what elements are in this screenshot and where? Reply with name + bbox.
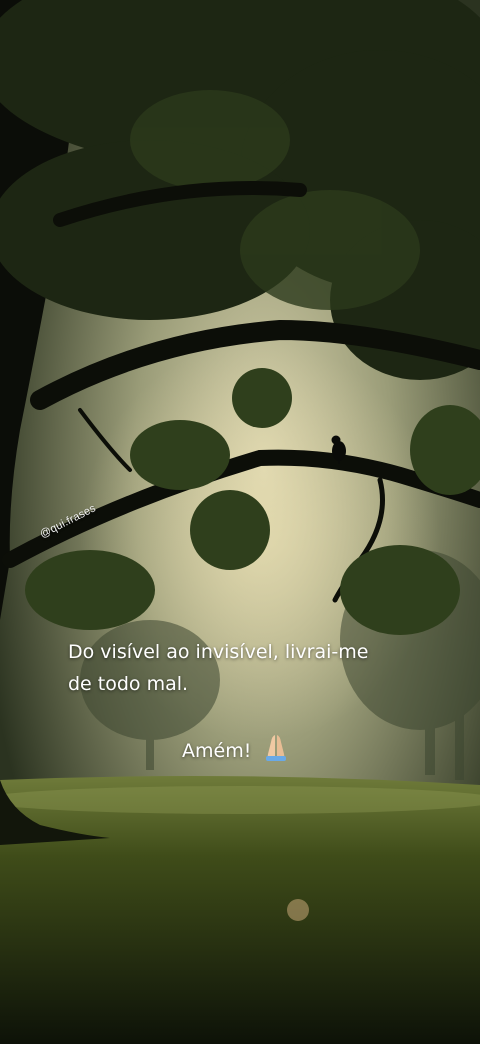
- quote-line-1: Do visível ao invisível, livrai-me: [68, 641, 369, 663]
- quote-text: Do visível ao invisível, livrai-me de to…: [68, 636, 428, 700]
- praying-hands-icon: [263, 732, 289, 771]
- quote-line-2: de todo mal.: [68, 673, 189, 695]
- closing-text-row: Amém!: [182, 732, 289, 771]
- wallpaper-scene: @qui.frases Do visível ao invisível, liv…: [0, 0, 480, 1044]
- closing-word: Amém!: [182, 740, 252, 762]
